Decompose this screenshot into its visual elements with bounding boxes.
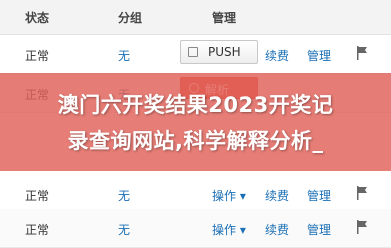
group-link[interactable]: 无 [118,47,130,64]
flag-icon[interactable] [356,46,368,60]
manage-link[interactable]: 管理 [307,187,331,204]
operation-dropdown[interactable]: 操作 ▾ [212,187,246,204]
table-header: 状态 分组 管理 [0,0,391,35]
manage-link[interactable]: 管理 [307,47,331,64]
manage-link[interactable]: 管理 [307,221,331,238]
push-label: PUSH [208,45,241,59]
push-icon [188,47,198,57]
renew-link[interactable]: 续费 [265,187,289,204]
push-button[interactable]: PUSH [180,40,258,64]
header-manage: 管理 [212,11,237,25]
overlay-title-line-1: 澳门六开奖结果2023开奖记 [57,93,334,117]
renew-link[interactable]: 续费 [265,47,289,64]
header-status: 状态 [25,11,50,25]
status-text: 正常 [25,223,50,237]
title-overlay-banner: 澳门六开奖结果2023开奖记 录查询网站,科学解释分析_ [0,73,391,171]
table-row: 正常 无 PUSH 续费 管理 [0,35,391,74]
overlay-title-line-2: 录查询网站,科学解释分析_ [67,129,324,153]
operation-dropdown[interactable]: 操作 ▾ [212,221,246,238]
status-text: 正常 [25,189,50,203]
flag-icon[interactable] [356,186,368,200]
group-link[interactable]: 无 [118,221,130,238]
group-link[interactable]: 无 [118,187,130,204]
flag-icon[interactable] [356,220,368,234]
header-group: 分组 [118,11,143,25]
status-text: 正常 [25,49,50,63]
table-row: 正常 无 操作 ▾ 续费 管理 [0,209,391,248]
renew-link[interactable]: 续费 [265,221,289,238]
